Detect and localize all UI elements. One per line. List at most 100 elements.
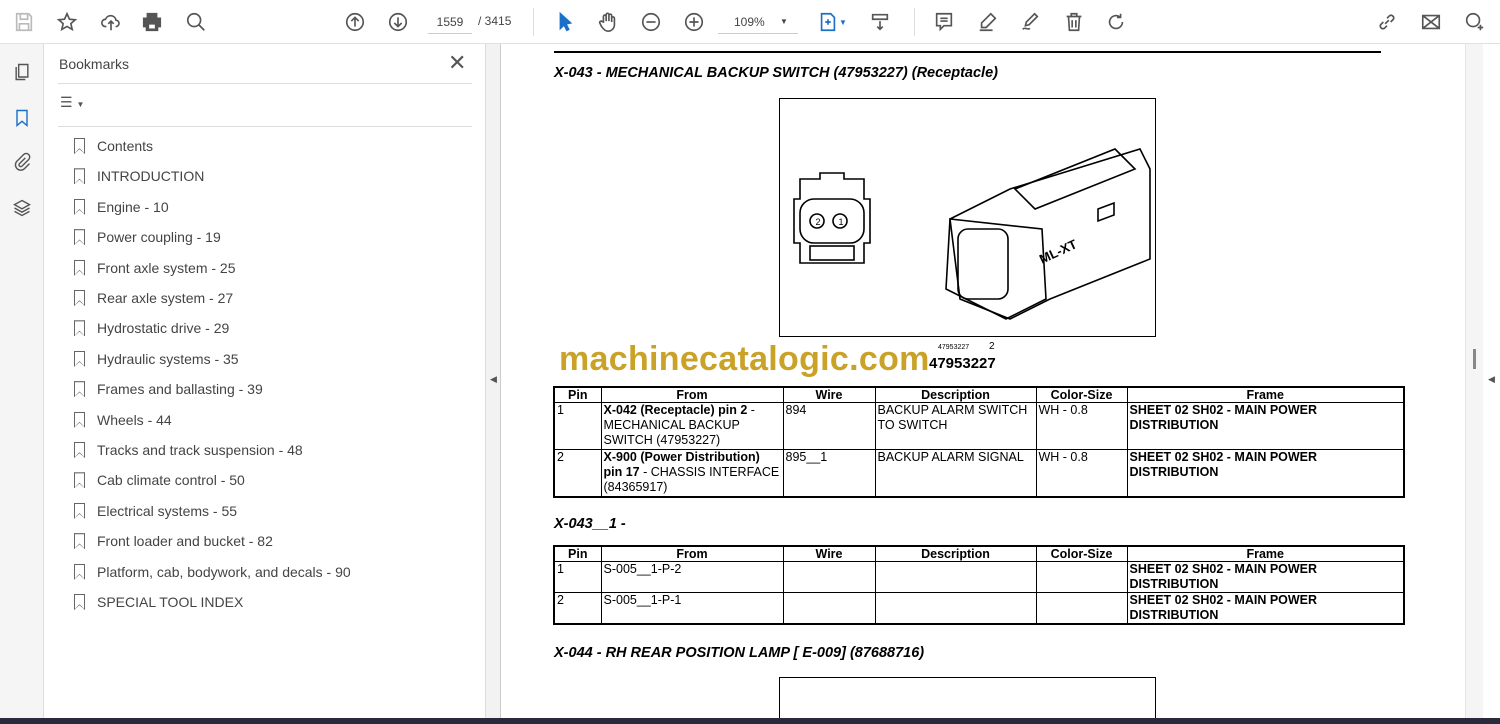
bookmark-icon	[74, 290, 85, 306]
bookmark-label: Rear axle system - 27	[97, 290, 234, 306]
document-page: X-043 - MECHANICAL BACKUP SWITCH (479532…	[500, 44, 1465, 718]
bookmark-item[interactable]: INTRODUCTION	[74, 164, 204, 188]
bookmark-item[interactable]: Rear axle system - 27	[74, 286, 233, 310]
bookmark-options-button[interactable]: ☰ ▼	[60, 94, 84, 111]
left-nav-rail	[0, 44, 44, 718]
table-cell: 2	[553, 592, 602, 625]
column-header: Pin	[553, 386, 602, 403]
panel-title: Bookmarks	[59, 56, 130, 72]
bookmark-icon[interactable]	[10, 106, 34, 130]
bookmark-item[interactable]: Hydrostatic drive - 29	[74, 316, 229, 340]
bookmark-item[interactable]: Frames and ballasting - 39	[74, 377, 263, 401]
bookmark-item[interactable]: Cab climate control - 50	[74, 468, 245, 492]
table-cell	[874, 561, 1037, 593]
bookmark-label: Hydrostatic drive - 29	[97, 320, 230, 337]
section-heading: X-044 - RH REAR POSITION LAMP [ E-009] (…	[554, 645, 925, 661]
sign-icon[interactable]	[1016, 8, 1044, 36]
column-header: Color-Size	[1035, 386, 1128, 403]
bookmark-item[interactable]: Hydraulic systems - 35	[74, 347, 239, 371]
bookmark-item[interactable]: Front loader and bucket - 82	[74, 529, 273, 553]
bookmark-label: Front loader and bucket - 82	[97, 533, 273, 550]
table-cell: 894	[782, 402, 876, 450]
bookmark-item[interactable]: Contents	[74, 134, 153, 158]
email-icon[interactable]	[1417, 8, 1445, 36]
bookmark-item[interactable]: Platform, cab, bodywork, and decals - 90	[74, 560, 351, 584]
save-icon[interactable]	[10, 8, 38, 36]
vertical-scrollbar[interactable]	[1465, 44, 1483, 718]
column-header: Color-Size	[1035, 545, 1128, 562]
bookmark-item[interactable]: Power coupling - 19	[74, 225, 221, 249]
page-down-icon[interactable]	[384, 8, 412, 36]
bookmark-label: Front axle system - 25	[97, 259, 236, 276]
column-header: Description	[874, 545, 1037, 562]
bookmark-item[interactable]: Engine - 10	[74, 195, 169, 219]
toolbar: 1559 / 3415 109% ▼ ▼	[0, 0, 1500, 44]
page-up-icon[interactable]	[341, 8, 369, 36]
table-cell: BACKUP ALARM SWITCH TO SWITCH	[874, 402, 1037, 450]
column-header: Wire	[782, 386, 876, 403]
table-cell: SHEET 02 SH02 - MAIN POWER DISTRIBUTION	[1126, 592, 1405, 625]
bookmark-item[interactable]: Tracks and track suspension - 48	[74, 438, 303, 462]
right-panel-toggle[interactable]: ◀	[1483, 44, 1500, 718]
add-user-icon[interactable]	[1460, 8, 1488, 36]
trash-icon[interactable]	[1060, 8, 1088, 36]
column-header: Wire	[782, 545, 876, 562]
cloud-upload-icon[interactable]	[97, 8, 125, 36]
pin-table-x043: Pin From Wire Description Color-Size Frame 1X…	[553, 386, 1405, 498]
bookmark-icon	[74, 259, 85, 276]
connector-drawing: 2 1 ML-XT	[793, 148, 1151, 320]
table-cell	[782, 561, 876, 593]
bookmark-item[interactable]: Electrical systems - 55	[74, 499, 237, 523]
star-icon[interactable]	[53, 8, 81, 36]
zoom-in-icon[interactable]	[680, 8, 708, 36]
scrollbar-thumb[interactable]	[1473, 349, 1476, 369]
rotate-icon[interactable]	[1102, 8, 1130, 36]
close-icon[interactable]: ✕	[448, 50, 466, 76]
bookmark-label: Electrical systems - 55	[97, 502, 238, 519]
column-header: From	[600, 386, 784, 403]
table-cell	[1035, 561, 1128, 593]
bookmark-icon	[74, 229, 85, 246]
table-cell	[1035, 592, 1128, 625]
bookmark-label: Cab climate control - 50	[97, 472, 245, 489]
section-heading: X-043 - MECHANICAL BACKUP SWITCH (479532…	[554, 65, 998, 81]
comment-icon[interactable]	[930, 8, 958, 36]
print-icon[interactable]	[138, 8, 166, 36]
attachment-icon[interactable]	[10, 150, 34, 174]
table-cell: 1	[553, 402, 602, 450]
zoom-value: 109%	[734, 15, 765, 29]
hand-tool-icon[interactable]	[594, 8, 622, 36]
svg-text:1: 1	[838, 217, 843, 227]
section-heading: X-043__1 -	[554, 516, 626, 532]
zoom-out-icon[interactable]	[637, 8, 665, 36]
bookmark-icon	[74, 198, 85, 215]
zoom-select[interactable]: 109% ▼	[718, 12, 798, 34]
bookmark-label: Engine - 10	[97, 198, 169, 215]
table-header-row: Pin From Wire Description Color-Size Frame	[553, 386, 1405, 403]
figure-number: 2	[989, 341, 995, 352]
collapse-panel-handle[interactable]: ◀	[485, 44, 500, 718]
highlight-icon[interactable]	[974, 8, 1002, 36]
select-cursor-icon[interactable]	[551, 8, 579, 36]
share-link-icon[interactable]	[1373, 8, 1401, 36]
pin-table-x043-1: Pin From Wire Description Color-Size Frame 1S…	[553, 545, 1405, 625]
bookmark-icon	[74, 138, 85, 154]
table-cell: 1	[553, 561, 602, 593]
column-header: Frame	[1126, 545, 1405, 562]
page-number-input[interactable]: 1559	[428, 12, 472, 34]
scroll-mode-icon[interactable]	[866, 8, 894, 36]
column-header: From	[600, 545, 784, 562]
fit-page-icon[interactable]: ▼	[812, 8, 852, 36]
table-row: 1 S-005__1-P-2 SHEET 02 SH02 - MAIN POWER …	[553, 561, 1405, 593]
table-cell: SHEET 02 SH02 - MAIN POWER DISTRIBUTION	[1126, 561, 1405, 593]
page-thumbnails-icon[interactable]	[10, 60, 34, 84]
bookmark-icon	[74, 563, 85, 580]
bookmark-item[interactable]: Wheels - 44	[74, 408, 172, 432]
bookmark-item[interactable]: Front axle system - 25	[74, 256, 236, 280]
bookmark-icon	[74, 594, 85, 610]
search-icon[interactable]	[182, 8, 210, 36]
figure-caption: 47953227	[929, 355, 996, 372]
layers-icon[interactable]	[10, 196, 34, 220]
bookmark-item[interactable]: SPECIAL TOOL INDEX	[74, 590, 243, 614]
svg-text:2: 2	[815, 217, 820, 227]
